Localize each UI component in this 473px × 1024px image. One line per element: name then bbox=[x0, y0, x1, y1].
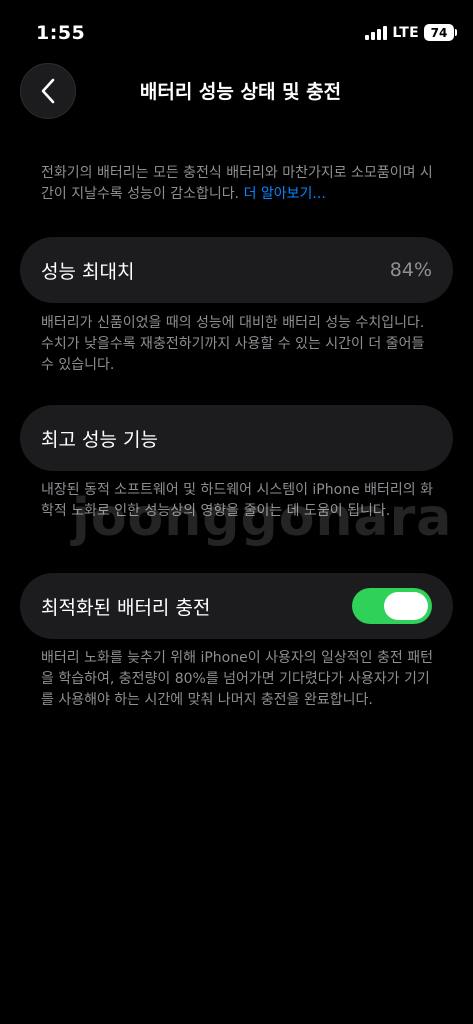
toggle-knob bbox=[384, 592, 428, 620]
peak-performance-label: 최고 성능 기능 bbox=[41, 428, 158, 451]
optimized-charging-toggle[interactable] bbox=[352, 588, 432, 624]
status-time: 1:55 bbox=[36, 22, 86, 44]
battery-icon: 74 bbox=[424, 24, 457, 41]
page-title: 배터리 성능 상태 및 충전 bbox=[139, 81, 342, 103]
status-icons: LTE 74 bbox=[365, 24, 457, 41]
peak-performance-row[interactable]: 최고 성능 기능 bbox=[20, 405, 453, 471]
max-capacity-value: 84% bbox=[389, 259, 432, 281]
optimized-charging-label: 최적화된 배터리 충전 bbox=[41, 596, 211, 619]
max-capacity-description: 배터리가 신품이었을 때의 성능에 대비한 배터리 성능 수치입니다. 수치가 … bbox=[41, 315, 425, 373]
optimized-charging-row: 최적화된 배터리 충전 bbox=[20, 573, 453, 639]
intro-description: 전화기의 배터리는 모든 충전식 배터리와 마찬가지로 소모품이며 시간이 지날… bbox=[41, 163, 441, 205]
intro-text: 전화기의 배터리는 모든 충전식 배터리와 마찬가지로 소모품이며 시간이 지날… bbox=[41, 165, 433, 202]
peak-performance-description: 내장된 동적 소프트웨어 및 하드웨어 시스템이 iPhone 배터리의 화학적… bbox=[41, 482, 433, 519]
battery-level: 74 bbox=[430, 25, 448, 40]
max-capacity-label: 성능 최대치 bbox=[41, 260, 135, 283]
optimized-charging-description: 배터리 노화를 늦추기 위해 iPhone이 사용자의 일상적인 충전 패턴을 … bbox=[41, 650, 433, 708]
signal-icon bbox=[365, 25, 388, 40]
max-capacity-row: 성능 최대치 84% bbox=[20, 237, 453, 303]
network-type: LTE bbox=[392, 24, 419, 41]
learn-more-link[interactable]: 더 알아보기... bbox=[244, 186, 326, 202]
status-bar: 1:55 LTE 74 bbox=[0, 0, 473, 60]
